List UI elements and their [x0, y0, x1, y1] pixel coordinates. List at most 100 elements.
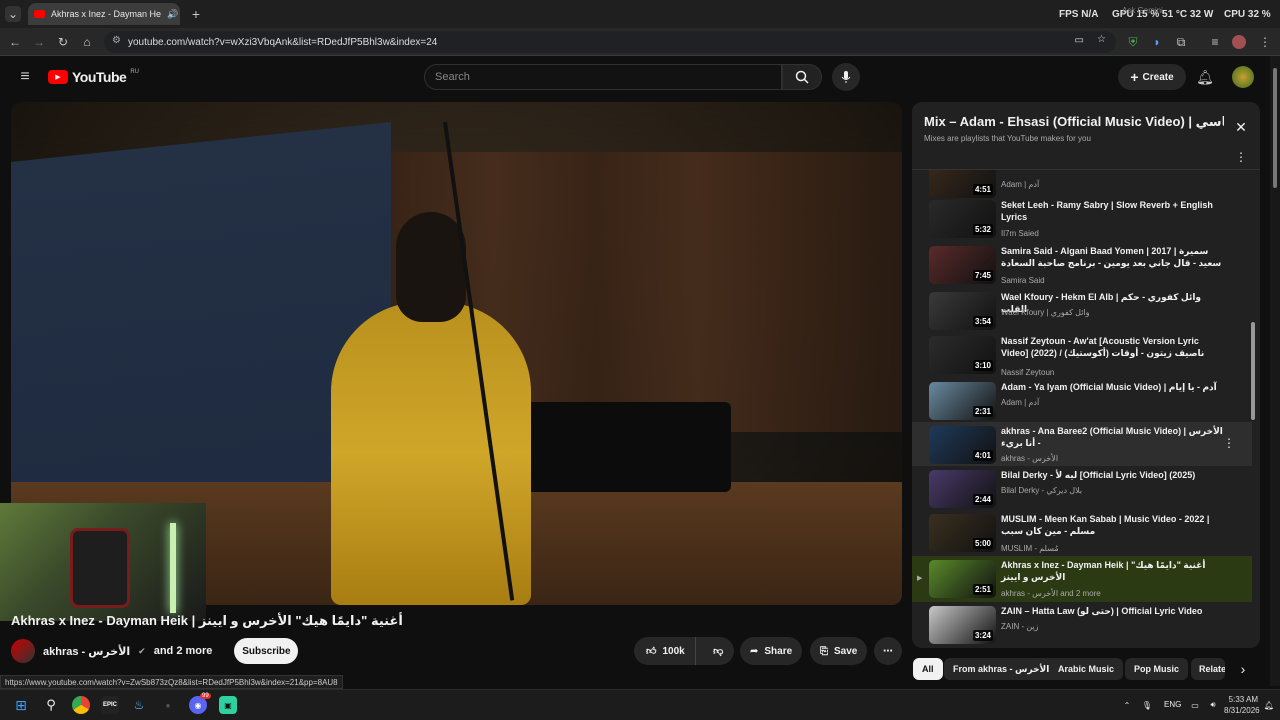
tray-mic-icon[interactable]: 🎙︎: [1138, 696, 1156, 714]
hamburger-menu-icon[interactable]: ≡: [16, 68, 34, 86]
playlist-panel: Mix – Adam - Ehsasi (Official Music Vide…: [912, 102, 1260, 648]
status-bar-url: https://www.youtube.com/watch?v=ZwSb873z…: [0, 675, 343, 689]
audio-icon[interactable]: 🔊: [167, 9, 178, 20]
extensions-icon[interactable]: ⧉: [1174, 35, 1188, 49]
playlist-thumbnail: 4:51: [929, 170, 996, 198]
youtube-favicon-icon: [34, 10, 45, 18]
channel-name[interactable]: akhras - الأخرس: [43, 645, 130, 658]
playlist-thumbnail: 2:44: [929, 470, 996, 508]
translate-extension-icon[interactable]: ◗: [1150, 35, 1164, 49]
playlist-item-channel: Nassif Zeytoun: [1001, 368, 1055, 377]
reload-icon[interactable]: ↻: [56, 35, 70, 49]
browser-tab-active[interactable]: Akhras x Inez - Dayman He 🔊 ✕: [28, 3, 180, 25]
forward-icon[interactable]: →: [32, 35, 46, 49]
playlist-thumbnail: 7:45: [929, 246, 996, 284]
playlist-item-hovered[interactable]: 4:01 akhras - Ana Baree2 (Official Music…: [912, 422, 1252, 466]
clock-date: 8/31/2026: [1224, 706, 1260, 715]
tab-search-icon[interactable]: ⌄: [5, 6, 21, 22]
bookmark-star-icon[interactable]: ☆: [1097, 34, 1106, 45]
webcam-chair: [70, 528, 130, 608]
playlist-item[interactable]: 5:00 MUSLIM - Meen Kan Sabab | Music Vid…: [912, 510, 1252, 556]
playlist-item-channel: Adam | آدم: [1001, 180, 1040, 189]
more-horizontal-icon: ⋯: [883, 645, 893, 657]
playlist-item-channel: Samira Said: [1001, 276, 1045, 285]
playlist-item-channel: ZAIN - زين: [1001, 622, 1039, 631]
browser-menu-icon[interactable]: ⋮: [1258, 35, 1272, 49]
volume-icon[interactable]: 🔊︎: [1204, 696, 1222, 714]
language-indicator[interactable]: ENG: [1164, 700, 1181, 709]
create-button[interactable]: + Create: [1118, 64, 1186, 90]
app-icon[interactable]: ●: [159, 696, 177, 714]
media-control-icon[interactable]: ≡: [1208, 35, 1222, 49]
playlist-item[interactable]: 4:51 Adam | آدم: [912, 170, 1252, 198]
dislike-button[interactable]: 👎︎: [702, 637, 734, 665]
tray-overflow-icon[interactable]: ⌃: [1118, 696, 1136, 714]
chip-arabic-music[interactable]: Arabic Music: [1049, 658, 1124, 680]
system-clock[interactable]: 5:33 AM 8/31/2026: [1224, 694, 1260, 716]
channel-more[interactable]: and 2 more: [154, 645, 213, 657]
browser-tab-bar: ⌄ Akhras x Inez - Dayman He 🔊 ✕ + FPS N/…: [0, 0, 1280, 28]
shield-extension-icon[interactable]: ⛨: [1126, 35, 1140, 49]
playlist-item[interactable]: 3:24 ZAIN – Hatta Law (حتى لو) | Officia…: [912, 602, 1252, 646]
profile-avatar-icon[interactable]: [1232, 35, 1246, 49]
playlist-thumbnail: 4:01: [929, 426, 996, 464]
bookmark-icon: ⎘: [820, 645, 828, 657]
playlist-item-channel: akhras - الأخرس and 2 more: [1001, 589, 1101, 598]
app-green-icon[interactable]: ▣: [219, 696, 237, 714]
more-actions-button[interactable]: ⋯: [874, 637, 902, 665]
notifications-bell-icon[interactable]: 🔔︎: [1196, 68, 1214, 86]
epic-games-icon[interactable]: EPIC: [101, 696, 119, 714]
search-button[interactable]: [782, 64, 822, 90]
playlist-thumbnail: 3:54: [929, 292, 996, 330]
account-avatar[interactable]: [1232, 66, 1254, 88]
windows-start-icon[interactable]: ⊞: [12, 696, 30, 714]
video-frame-piano: [511, 402, 731, 492]
playlist-menu-icon[interactable]: ⋮: [1234, 150, 1248, 164]
gemini-overlay[interactable]: Ask Gemini: [1122, 6, 1163, 15]
chevron-right-icon[interactable]: ›: [1236, 661, 1250, 677]
playlist-item[interactable]: 7:45 Samira Said - Algani Baad Yomen | 2…: [912, 242, 1252, 288]
item-menu-icon[interactable]: ⋮: [1223, 436, 1235, 450]
network-icon[interactable]: ▭: [1186, 696, 1204, 714]
webcam-overlay: [0, 503, 206, 621]
page-scrollbar[interactable]: [1270, 56, 1280, 686]
address-field[interactable]: ⚙ youtube.com/watch?v=wXzi3VbqAnk&list=R…: [104, 31, 1116, 53]
playlist-item[interactable]: 2:44 Bilal Derky - ليه لأ [Official Lyri…: [912, 466, 1252, 510]
new-tab-icon[interactable]: +: [188, 6, 204, 22]
playlist-item-channel: Bilal Derky - بلال ديركي: [1001, 486, 1083, 495]
playlist-item[interactable]: 5:32 Seket Leeh - Ramy Sabry | Slow Reve…: [912, 196, 1252, 240]
chip-related[interactable]: Relate: [1191, 658, 1225, 680]
search-input[interactable]: Search: [424, 64, 782, 90]
home-icon[interactable]: ⌂: [80, 35, 94, 49]
like-button[interactable]: 👍︎ 100k: [634, 637, 697, 665]
voice-search-button[interactable]: [832, 63, 860, 91]
now-playing-icon: ▶: [917, 575, 923, 582]
chrome-icon[interactable]: [72, 696, 90, 714]
playlist-item[interactable]: 2:31 Adam - Ya Iyam (Official Music Vide…: [912, 378, 1252, 422]
channel-avatar[interactable]: [11, 639, 35, 663]
hud-cpu: CPU 32 %: [1224, 9, 1271, 20]
playlist-item-now-playing[interactable]: ▶ 2:51 Akhras x Inez - Dayman Heik | أغن…: [912, 556, 1252, 602]
cast-icon[interactable]: ▭: [1075, 35, 1084, 46]
youtube-logo[interactable]: ▶ YouTube RU: [48, 69, 139, 85]
notification-center-icon[interactable]: 🔔︎: [1260, 696, 1278, 714]
duration-badge: 3:54: [972, 316, 993, 327]
close-playlist-icon[interactable]: ✕: [1234, 119, 1248, 135]
playlist-item[interactable]: 3:10 Nassif Zeytoun - Aw'at [Acoustic Ve…: [912, 332, 1252, 378]
chip-pop-music[interactable]: Pop Music: [1125, 658, 1189, 680]
playlist-scrollbar[interactable]: [1251, 322, 1255, 420]
playlist-item[interactable]: 3:54 Wael Kfoury - Hekm El Alb | وائل كف…: [912, 288, 1252, 332]
subscribe-button[interactable]: Subscribe: [234, 638, 299, 664]
playlist-thumbnail: 3:10: [929, 336, 996, 374]
playlist-item-channel: Adam | آدم: [1001, 398, 1040, 407]
back-icon[interactable]: ←: [8, 35, 22, 49]
page-scrollbar-thumb[interactable]: [1273, 68, 1277, 188]
site-info-icon[interactable]: ⚙: [112, 35, 121, 46]
save-button[interactable]: ⎘ Save: [810, 637, 868, 665]
share-button[interactable]: ➦ Share: [740, 637, 803, 665]
chip-from-channel[interactable]: From akhras - الأخرس: [944, 658, 1059, 680]
taskbar-search-icon[interactable]: ⚲: [42, 696, 60, 714]
steam-icon[interactable]: ♨: [130, 696, 148, 714]
chip-all[interactable]: All: [913, 658, 943, 680]
playlist-subtitle: Mixes are playlists that YouTube makes f…: [924, 134, 1091, 143]
